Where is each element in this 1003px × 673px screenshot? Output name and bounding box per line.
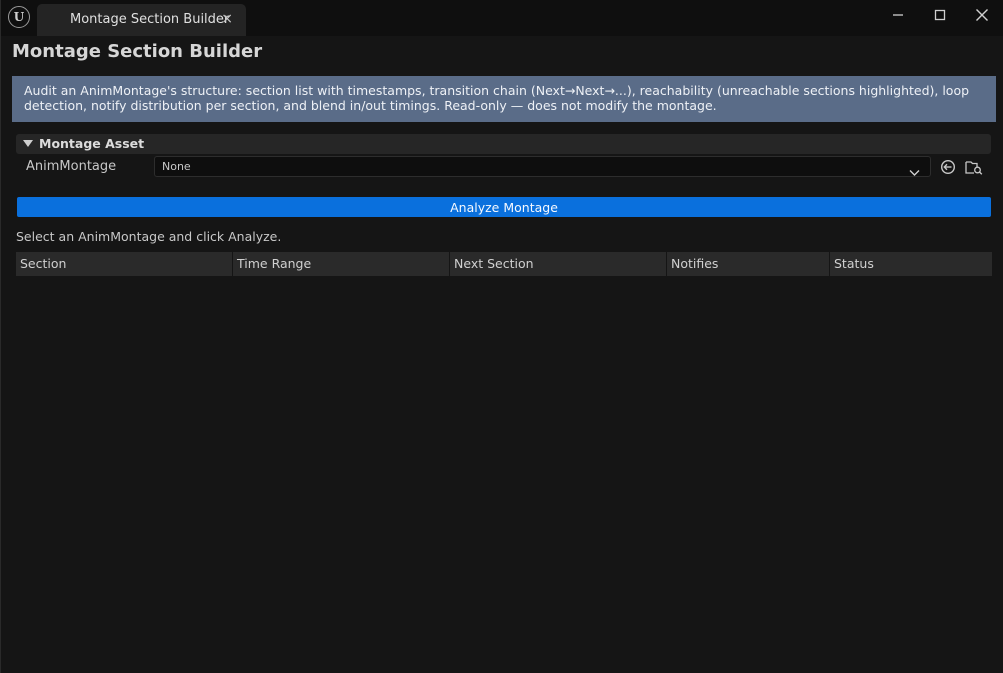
- tab-close-icon[interactable]: ×: [221, 11, 233, 27]
- collapse-arrow-icon[interactable]: [23, 140, 33, 147]
- anim-montage-value: None: [162, 160, 191, 173]
- column-header-status[interactable]: Status: [830, 252, 992, 276]
- description-box: Audit an AnimMontage's structure: sectio…: [12, 76, 996, 122]
- category-montage-asset[interactable]: Montage Asset: [16, 134, 991, 154]
- use-selected-icon[interactable]: [939, 158, 957, 176]
- maximize-icon[interactable]: [919, 0, 961, 30]
- page-title: Montage Section Builder: [12, 41, 263, 62]
- logo-letter: U: [13, 10, 25, 24]
- editor-window: U Montage Section Builder × Montage Sect…: [0, 0, 1003, 673]
- title-bar: U Montage Section Builder ×: [1, 0, 1003, 36]
- chevron-down-icon: [909, 162, 920, 181]
- unreal-logo-icon[interactable]: U: [8, 6, 30, 28]
- anim-montage-label: AnimMontage: [26, 159, 117, 174]
- tab-title: Montage Section Builder: [70, 12, 230, 27]
- close-icon[interactable]: [961, 0, 1003, 30]
- results-table-header: Section Time Range Next Section Notifies…: [16, 252, 992, 276]
- status-message: Select an AnimMontage and click Analyze.: [16, 229, 282, 244]
- category-label: Montage Asset: [39, 136, 145, 151]
- browse-asset-icon[interactable]: [965, 158, 983, 176]
- column-header-notifies[interactable]: Notifies: [667, 252, 830, 276]
- column-header-next-section[interactable]: Next Section: [450, 252, 667, 276]
- minimize-icon[interactable]: [877, 0, 919, 30]
- analyze-montage-button[interactable]: Analyze Montage: [17, 197, 991, 217]
- anim-montage-picker[interactable]: None: [154, 156, 931, 177]
- tab-montage-section-builder[interactable]: Montage Section Builder ×: [37, 4, 246, 36]
- column-header-time-range[interactable]: Time Range: [233, 252, 450, 276]
- column-header-section[interactable]: Section: [16, 252, 233, 276]
